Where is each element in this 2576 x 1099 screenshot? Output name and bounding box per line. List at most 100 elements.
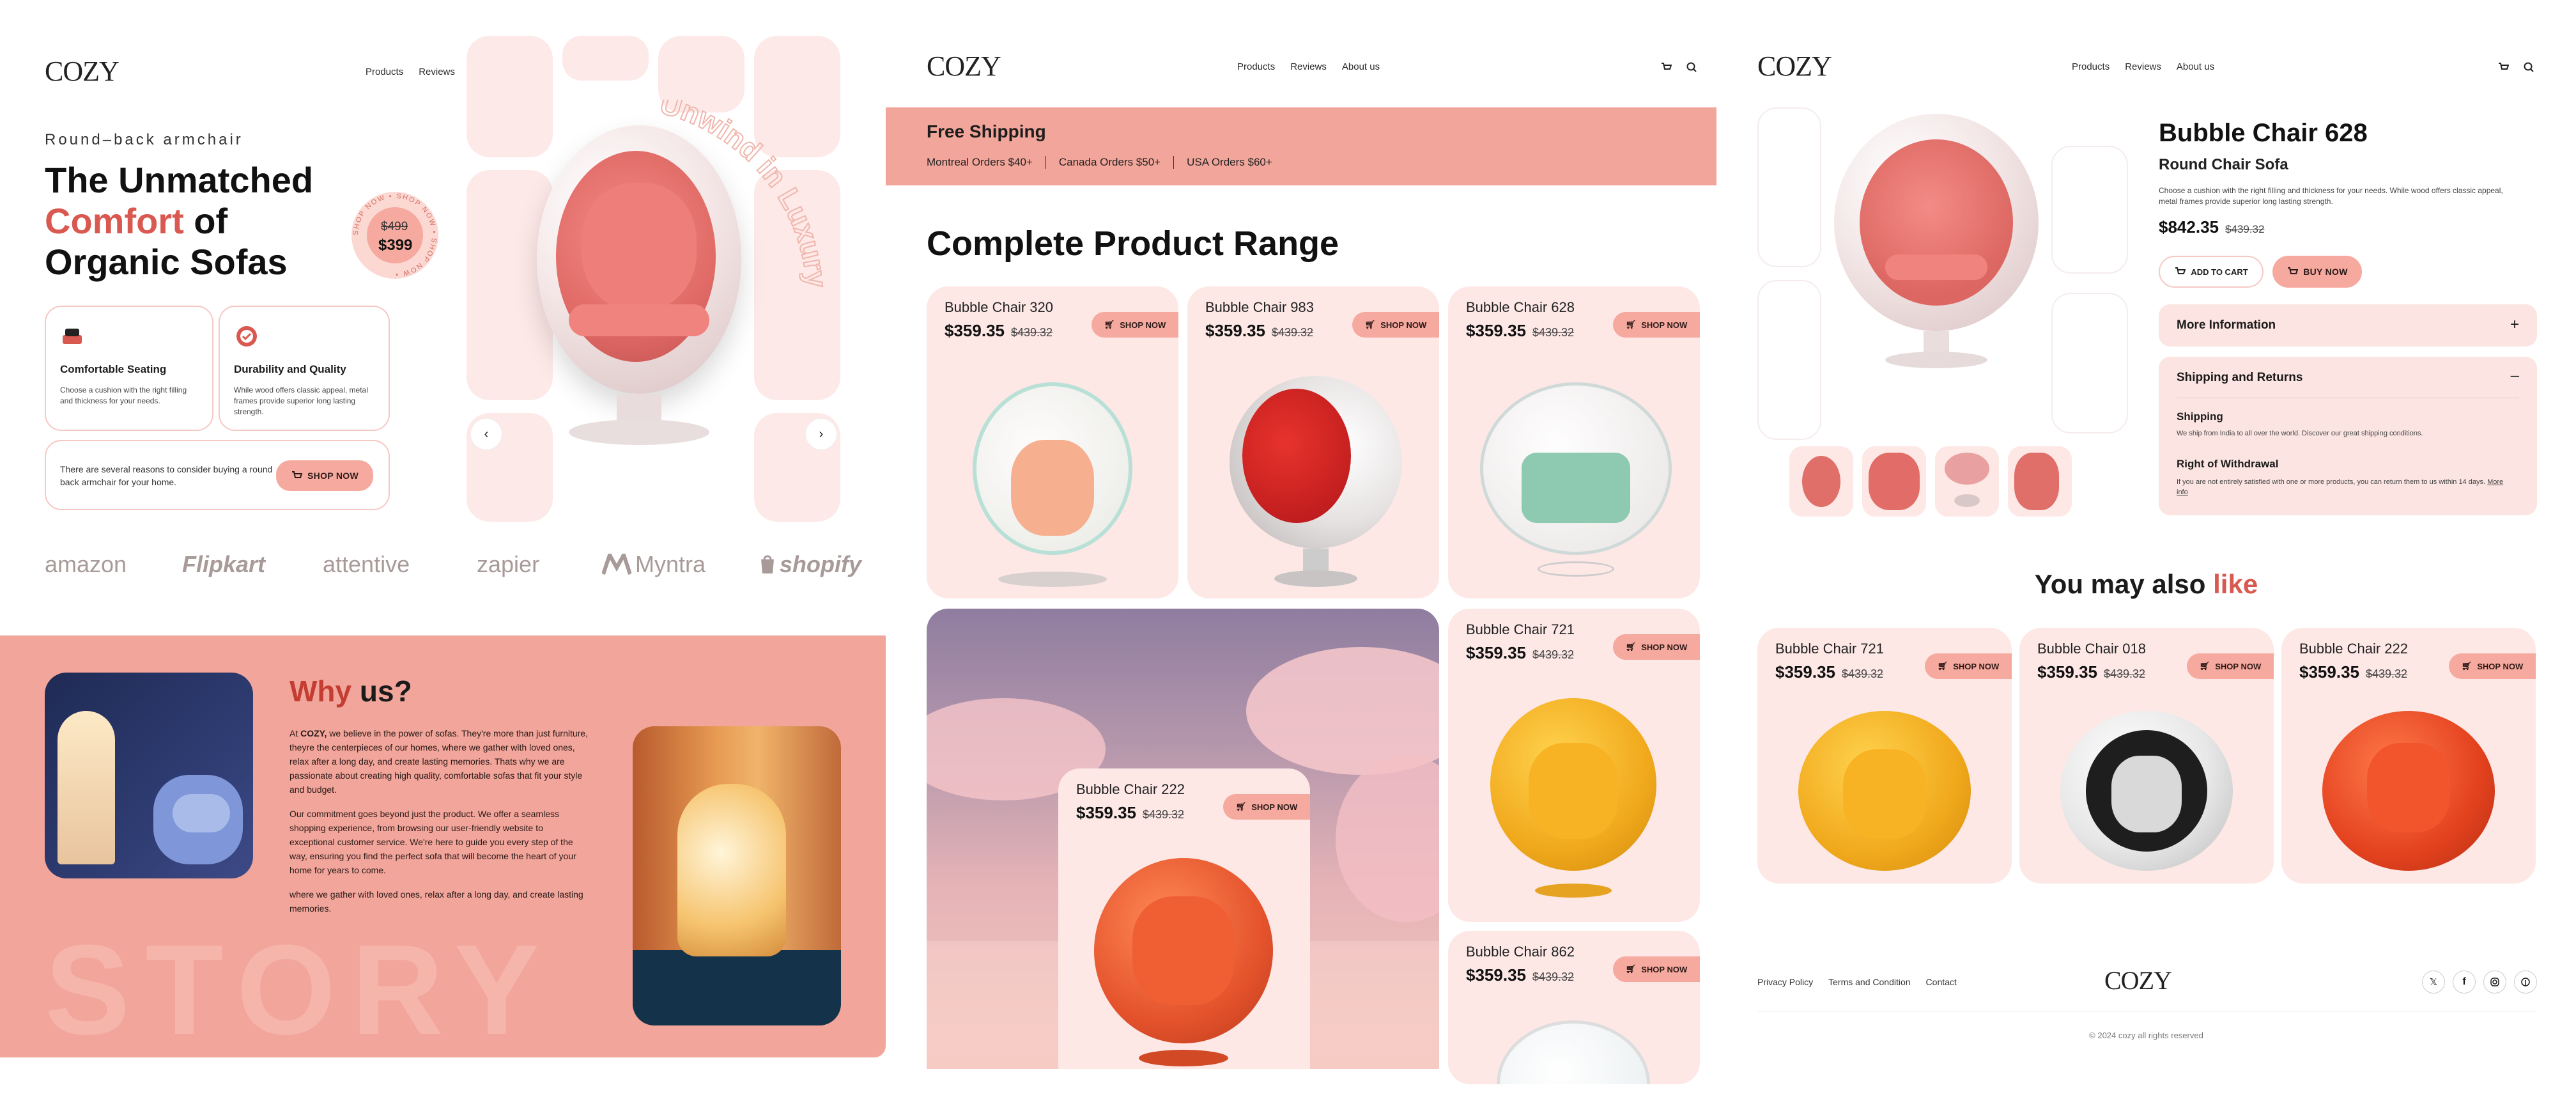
nav-about[interactable]: About us [2177, 61, 2214, 72]
brand-flipkart: Flipkart [182, 551, 266, 577]
product-card[interactable]: Bubble Chair 018 $359.35 $439.32 🛒︎ SHOP N… [2019, 628, 2274, 884]
feature-title: Comfortable Seating [60, 363, 167, 375]
next-arrow[interactable]: › [805, 418, 837, 450]
main-nav: Products Reviews About us [1237, 61, 1380, 72]
brand-attentive: attentive [323, 551, 410, 577]
shop-now-button[interactable]: 🛒︎ SHOP NOW [2449, 653, 2536, 679]
cart-icon[interactable] [1660, 61, 1672, 73]
cozy-logo[interactable]: COZY [45, 55, 120, 88]
product-gallery [1757, 107, 2134, 517]
cart-icon: 🛒︎ [1937, 661, 1948, 671]
product-card[interactable]: Bubble Chair 721 $359.35 $439.32 🛒︎ SHOP N… [1448, 609, 1700, 922]
product-card[interactable]: Bubble Chair 983 $359.35 $439.32 🛒︎ SHOP N… [1187, 286, 1439, 598]
privacy-policy-link[interactable]: Privacy Policy [1757, 977, 1813, 987]
cart-icon[interactable] [2497, 61, 2509, 73]
pinterest-icon[interactable] [2514, 970, 2537, 994]
why-us-section: STORY Why us? At COZY, we believe in the… [0, 635, 886, 1061]
cozy-logo[interactable]: COZY [927, 50, 1001, 82]
cart-icon: 🛒︎ [1625, 320, 1637, 329]
search-icon[interactable] [2523, 61, 2534, 73]
shipping-items: Montreal Orders $40+ Canada Orders $50+ … [927, 156, 1272, 169]
buy-now-button[interactable]: BUY NOW [2272, 256, 2362, 288]
shipping-returns-accordion[interactable]: Shipping and Returns – Shipping We ship … [2159, 357, 2537, 515]
feature-card-durability: Durability and Quality While wood offers… [219, 306, 390, 431]
terms-link[interactable]: Terms and Condition [1828, 977, 1910, 987]
also-like-title: You may also like [2034, 569, 2258, 599]
cart-icon: 🛒︎ [1235, 802, 1247, 811]
product-card[interactable]: Bubble Chair 222 $359.35 $439.32 🛒︎ SHOP N… [1058, 768, 1310, 1069]
product-card[interactable]: Bubble Chair 320 $359.35 $439.32 🛒︎ SHOP N… [927, 286, 1178, 598]
why-watermark: STORY [45, 919, 555, 1061]
nav-reviews[interactable]: Reviews [2125, 61, 2161, 72]
why-image-right [633, 726, 841, 1025]
nav-products[interactable]: Products [366, 66, 403, 77]
product-subtitle: Round Chair Sofa [2159, 156, 2288, 173]
badge-ring: SHOP NOW • SHOP NOW • SHOP NOW • [351, 192, 438, 279]
shop-now-button[interactable]: 🛒︎ SHOP NOW [1613, 634, 1700, 660]
badge-new-price: $399 [378, 237, 413, 254]
facebook-icon[interactable]: f [2453, 970, 2476, 994]
product-card[interactable]: Bubble Chair 628 $359.35 $439.32 🛒︎ SHOP N… [1448, 286, 1700, 598]
instagram-icon[interactable] [2483, 970, 2506, 994]
hero-title: The Unmatched Comfort of Organic Sofas [45, 160, 314, 282]
search-icon[interactable] [1686, 61, 1697, 73]
more-information-accordion[interactable]: More Information + [2159, 304, 2537, 347]
product-price: $842.35 $439.32 [2159, 217, 2265, 237]
contact-link[interactable]: Contact [1926, 977, 1957, 987]
cart-icon [2288, 267, 2299, 274]
plus-icon[interactable]: + [2510, 316, 2519, 334]
shop-now-button[interactable]: 🛒︎ SHOP NOW [1925, 653, 2012, 679]
cart-icon: 🛒︎ [2461, 661, 2472, 671]
brand-zapier: zapier [477, 551, 540, 577]
feature-title: Durability and Quality [234, 363, 346, 375]
footer-logo[interactable]: COZY [2104, 965, 2172, 995]
nav-products[interactable]: Products [1237, 61, 1275, 72]
shop-now-button[interactable]: 🛒︎ SHOP NOW [1613, 956, 1700, 982]
nav-reviews[interactable]: Reviews [419, 66, 455, 77]
shipping-title: Free Shipping [927, 121, 1046, 141]
feature-card-seating: Comfortable Seating Choose a cushion wit… [45, 306, 213, 431]
product-title: Bubble Chair 628 [2159, 119, 2368, 147]
shop-now-button[interactable]: 🛒︎ SHOP NOW [1613, 312, 1700, 338]
why-paragraph-3: where we gather with loved ones, relax a… [289, 889, 583, 914]
x-icon[interactable]: 𝕏 [2422, 970, 2445, 994]
product-detail-panel: COZY Products Reviews About us Bubble Ch… [1716, 0, 2576, 1099]
shop-now-button[interactable]: 🛒︎ SHOP NOW [1352, 312, 1439, 338]
add-to-cart-button[interactable]: ADD TO CART [2159, 256, 2264, 288]
thumbnail[interactable] [2008, 446, 2072, 517]
thumbnail[interactable] [1789, 446, 1853, 517]
cta-text: There are several reasons to consider bu… [60, 464, 273, 487]
cart-icon: 🛒︎ [2199, 661, 2210, 671]
minus-icon[interactable]: – [2511, 367, 2519, 385]
shop-now-button[interactable]: 🛒︎ SHOP NOW [1223, 794, 1310, 820]
product-card[interactable]: Bubble Chair 721 $359.35 $439.32 🛒︎ SHOP N… [1757, 628, 2012, 884]
product-image [1497, 1020, 1650, 1084]
landing-panel: COZY Products Reviews About us Round–bac… [0, 0, 886, 1099]
thumbnail[interactable] [1862, 446, 1926, 517]
product-image [1798, 711, 1971, 884]
brand-myntra: Myntra [602, 551, 706, 578]
nav-reviews[interactable]: Reviews [1290, 61, 1327, 72]
badge-old-price: $499 [381, 220, 408, 233]
product-description: Choose a cushion with the right filling … [2159, 186, 2503, 206]
thumbnail[interactable] [1935, 446, 1999, 517]
product-card[interactable]: Bubble Chair 222 $359.35 $439.32 🛒︎ SHOP N… [2281, 628, 2536, 884]
curved-tagline: Unwind in Luxury [656, 100, 834, 290]
nav-products[interactable]: Products [2072, 61, 2109, 72]
product-image [1480, 382, 1672, 587]
cart-icon: 🛒︎ [1104, 320, 1115, 329]
nav-about[interactable]: About us [1342, 61, 1380, 72]
shop-now-button[interactable]: 🛒︎ SHOP NOW [2187, 653, 2274, 679]
prev-arrow[interactable]: ‹ [470, 418, 502, 450]
badge-check-icon [236, 326, 257, 347]
product-card[interactable]: Bubble Chair 862 $359.35 $439.32 🛒︎ SHOP N… [1448, 931, 1700, 1084]
feature-text: While wood offers classic appeal, metal … [234, 386, 368, 416]
copyright: © 2024 cozy all rights reserved [2089, 1031, 2203, 1040]
shop-now-button[interactable]: 🛒︎ SHOP NOW [1091, 312, 1178, 338]
cozy-logo[interactable]: COZY [1757, 50, 1832, 82]
range-title: Complete Product Range [927, 224, 1339, 263]
price-badge[interactable]: SHOP NOW • SHOP NOW • SHOP NOW • $499 $3… [350, 191, 440, 280]
cart-icon [292, 471, 303, 478]
product-image [1490, 698, 1656, 909]
cta-shop-now-button[interactable]: SHOP NOW [276, 460, 373, 491]
